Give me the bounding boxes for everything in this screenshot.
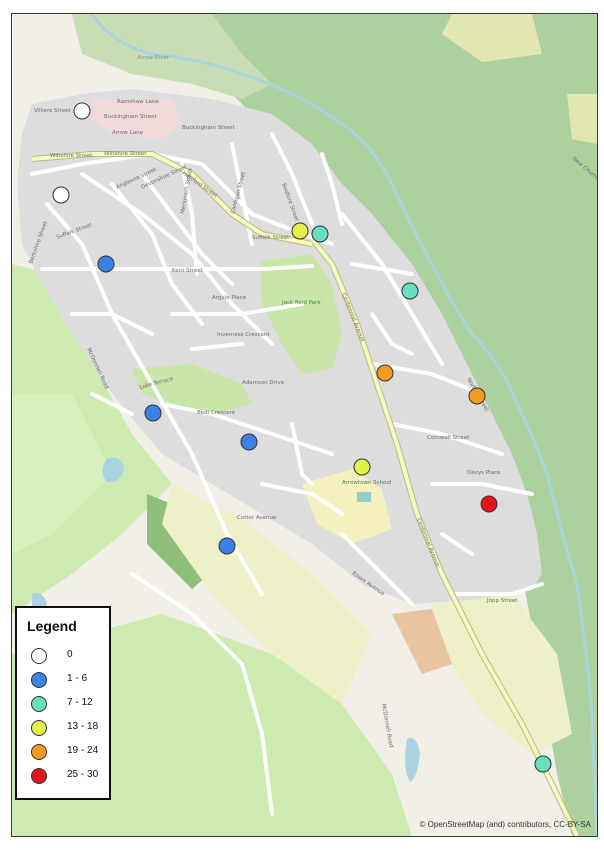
data-point[interactable] bbox=[353, 458, 371, 476]
data-point[interactable] bbox=[480, 495, 498, 513]
label-wiltshire-street-2: Wiltshire Street bbox=[104, 151, 147, 157]
legend-item: 7 - 12 bbox=[31, 696, 107, 714]
label-davys-place: Davys Place bbox=[467, 470, 501, 476]
label-arrow-river: Arrow River bbox=[136, 55, 170, 61]
legend-label: 25 - 30 bbox=[67, 769, 99, 780]
legend-swatch bbox=[31, 672, 47, 688]
label-cotter-avenue: Cotter Avenue bbox=[237, 515, 277, 521]
school-building bbox=[357, 492, 371, 502]
label-argyle-place: Argyle Place bbox=[212, 295, 247, 301]
legend-item: 25 - 30 bbox=[31, 768, 107, 786]
legend-swatch bbox=[31, 696, 47, 712]
data-point[interactable] bbox=[52, 186, 70, 204]
data-point[interactable] bbox=[534, 755, 552, 773]
data-point[interactable] bbox=[468, 387, 486, 405]
legend-swatch bbox=[31, 744, 47, 760]
label-bedi-crescent: Bedi Crescent bbox=[197, 410, 236, 416]
label-ramshaw-lane: Ramshaw Lane bbox=[117, 99, 159, 105]
label-arrow-lane: Arrow Lane bbox=[112, 130, 144, 136]
legend-label: 13 - 18 bbox=[67, 721, 99, 732]
map-attribution: © OpenStreetMap (and) contributors, CC-B… bbox=[419, 820, 591, 829]
label-jopp-street: Jopp Street bbox=[486, 598, 518, 604]
legend-label: 0 bbox=[67, 649, 73, 660]
legend-swatch bbox=[31, 768, 47, 784]
label-adamson-drive: Adamson Drive bbox=[242, 380, 285, 386]
legend-item: 1 - 6 bbox=[31, 672, 107, 690]
data-point[interactable] bbox=[291, 222, 309, 240]
legend-label: 1 - 6 bbox=[67, 673, 88, 684]
label-inverness-crescent: Inverness Crescent bbox=[217, 332, 270, 338]
label-villiers-street: Villiers Street bbox=[34, 108, 72, 114]
data-point[interactable] bbox=[240, 433, 258, 451]
legend-item: 13 - 18 bbox=[31, 720, 107, 738]
legend-item: 19 - 24 bbox=[31, 744, 107, 762]
label-cornwall-street: Cornwall Street bbox=[427, 435, 470, 441]
data-point[interactable] bbox=[218, 537, 236, 555]
label-suffolk-street-2: Suffolk Street bbox=[252, 235, 290, 241]
data-point[interactable] bbox=[311, 225, 329, 243]
label-wiltshire-street: Wiltshire Street bbox=[50, 153, 93, 159]
label-arrowtown-school: Arrowtown School bbox=[342, 480, 392, 486]
label-kent-street: Kent Street bbox=[172, 268, 204, 274]
legend-swatch bbox=[31, 720, 47, 736]
legend-label: 7 - 12 bbox=[67, 697, 93, 708]
data-point[interactable] bbox=[144, 404, 162, 422]
label-buckingham-street-1: Buckingham Street bbox=[104, 114, 157, 120]
data-point[interactable] bbox=[401, 282, 419, 300]
legend-item: 0 bbox=[31, 648, 107, 666]
data-point[interactable] bbox=[376, 364, 394, 382]
data-point[interactable] bbox=[97, 255, 115, 273]
label-buckingham-street-2: Buckingham Street bbox=[182, 125, 235, 131]
legend-box: Legend 0 1 - 6 7 - 12 13 - 18 19 - 24 25… bbox=[15, 606, 111, 800]
label-jack-reid-park: Jack Reid Park bbox=[281, 300, 321, 306]
legend-title: Legend bbox=[27, 618, 77, 634]
data-point[interactable] bbox=[73, 102, 91, 120]
legend-swatch bbox=[31, 648, 47, 664]
legend-label: 19 - 24 bbox=[67, 745, 99, 756]
